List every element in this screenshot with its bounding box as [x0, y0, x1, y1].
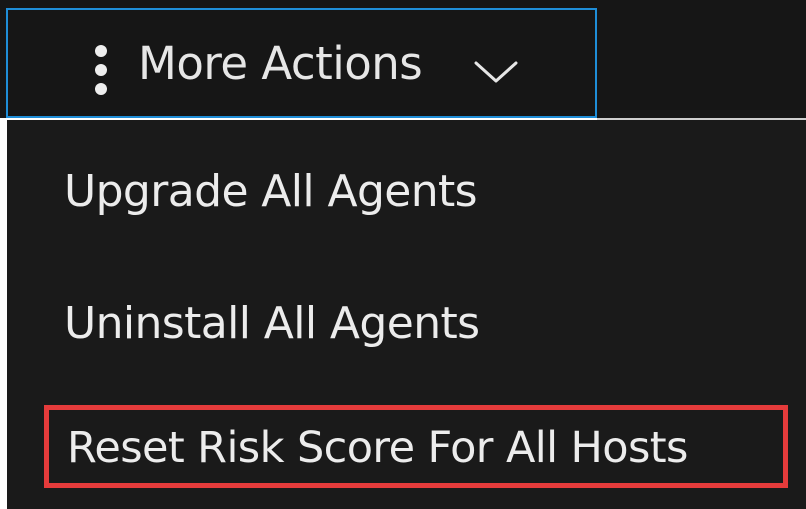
menu-item-label: Reset Risk Score For All Hosts — [67, 423, 688, 473]
chevron-down-icon — [474, 61, 518, 83]
toolbar: More Actions — [0, 0, 806, 118]
menu-item-uninstall-all-agents[interactable]: Uninstall All Agents — [7, 294, 806, 354]
menu-item-label: Uninstall All Agents — [64, 298, 480, 349]
more-actions-label: More Actions — [138, 37, 423, 90]
more-actions-button[interactable]: More Actions — [6, 8, 597, 118]
screen: More Actions Upgrade All Agents Uninstal… — [0, 0, 806, 509]
more-actions-dropdown-menu: Upgrade All Agents Uninstall All Agents … — [0, 120, 806, 509]
menu-item-label: Upgrade All Agents — [64, 166, 478, 217]
menu-item-upgrade-all-agents[interactable]: Upgrade All Agents — [7, 162, 806, 222]
menu-item-reset-risk-score-for-all-hosts[interactable]: Reset Risk Score For All Hosts — [7, 406, 806, 496]
kebab-vertical-icon — [94, 45, 108, 95]
